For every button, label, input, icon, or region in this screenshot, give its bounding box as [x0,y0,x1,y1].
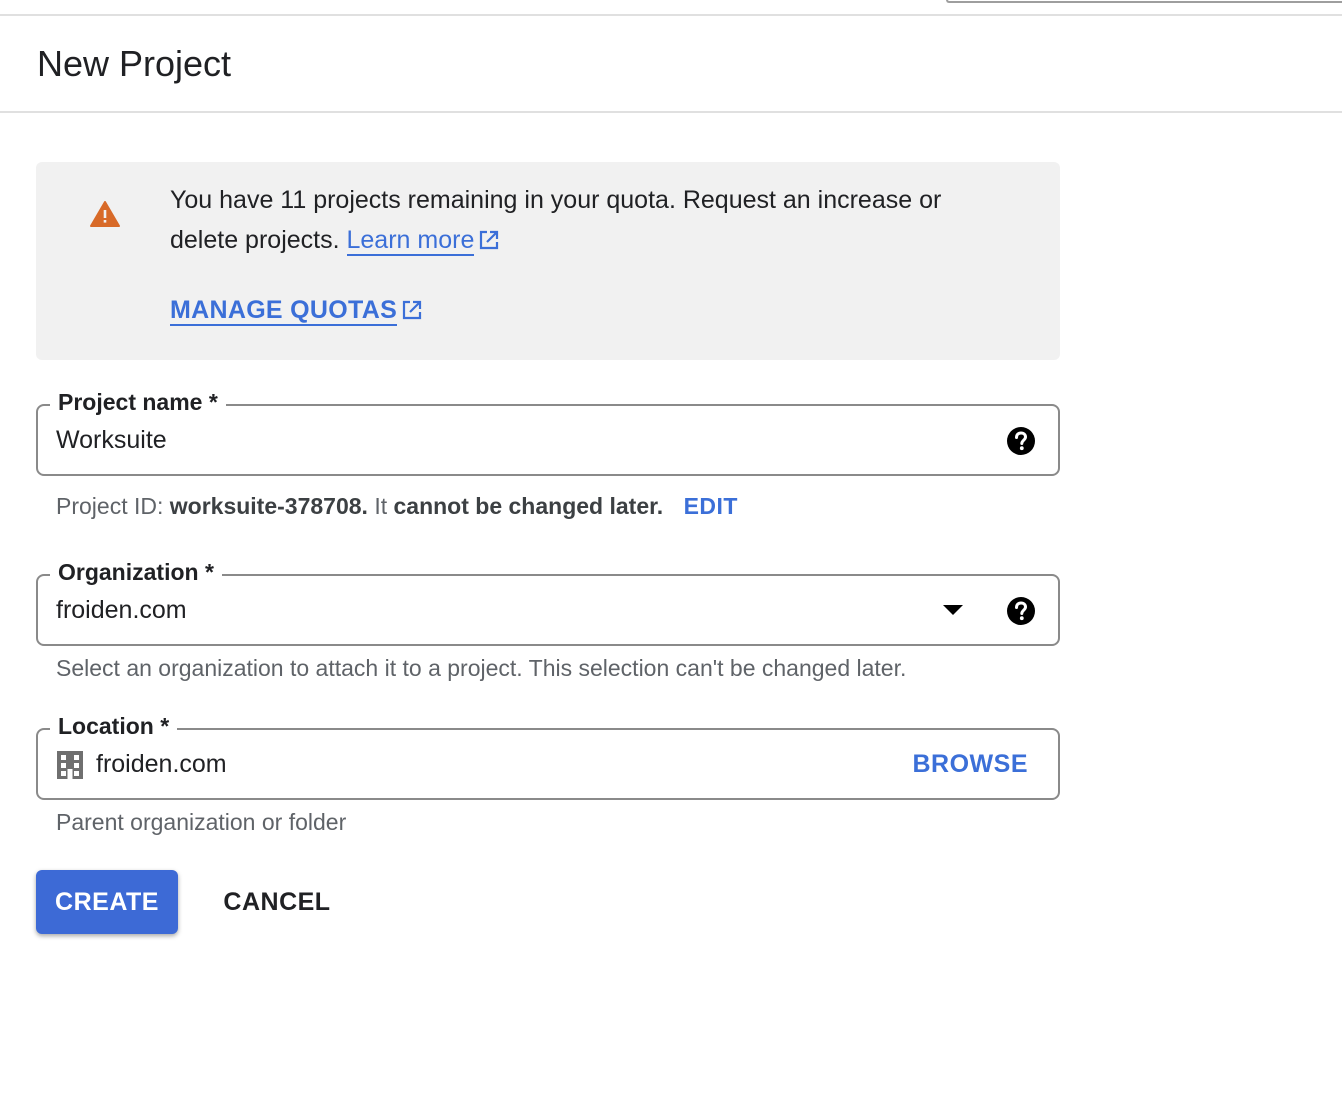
project-name-field[interactable]: Project name * Worksuite [36,384,1060,476]
project-id-note-lead: It [374,493,388,519]
edit-project-id-button[interactable]: EDIT [684,493,738,519]
project-id-value: worksuite-378708. [169,493,368,519]
page-title: New Project [37,43,232,84]
external-link-icon[interactable] [401,299,423,321]
project-id-helper: Project ID: worksuite-378708. It cannot … [56,490,738,522]
browse-button[interactable]: BROWSE [913,747,1029,781]
cancel-button[interactable]: CANCEL [210,870,344,934]
organization-select[interactable]: Organization * froiden.com [36,554,1060,646]
caret-down-icon[interactable] [942,604,964,616]
help-icon[interactable] [1006,426,1036,456]
organization-value[interactable]: froiden.com [56,593,187,627]
location-helper: Parent organization or folder [56,809,347,835]
page-header: New Project [0,16,1342,113]
manage-quotas-link[interactable]: MANAGE QUOTAS [170,296,398,326]
organization-helper: Select an organization to attach it to a… [56,655,907,681]
learn-more-link[interactable]: Learn more [346,226,475,256]
location-value: froiden.com [96,750,227,778]
organization-label: Organization * [50,554,222,590]
create-button[interactable]: CREATE [36,870,178,934]
project-name-input[interactable]: Worksuite [56,423,167,457]
manage-quotas-link-wrap: MANAGE QUOTAS [170,292,423,328]
quota-message-text: You have 11 projects remaining in your q… [170,186,942,254]
quota-message: You have 11 projects remaining in your q… [170,180,990,260]
quota-notice: You have 11 projects remaining in your q… [36,162,1060,360]
project-id-note: cannot be changed later. [393,493,664,519]
location-field[interactable]: Location * froiden.com BROWSE [36,708,1060,800]
building-icon [57,751,83,779]
external-link-icon[interactable] [478,229,500,251]
top-edge-fragment [946,0,1342,3]
help-icon[interactable] [1006,596,1036,626]
location-label: Location * [50,708,178,744]
warning-icon [90,201,120,227]
project-id-prefix: Project ID: [56,493,164,519]
project-name-label: Project name * [50,384,226,420]
